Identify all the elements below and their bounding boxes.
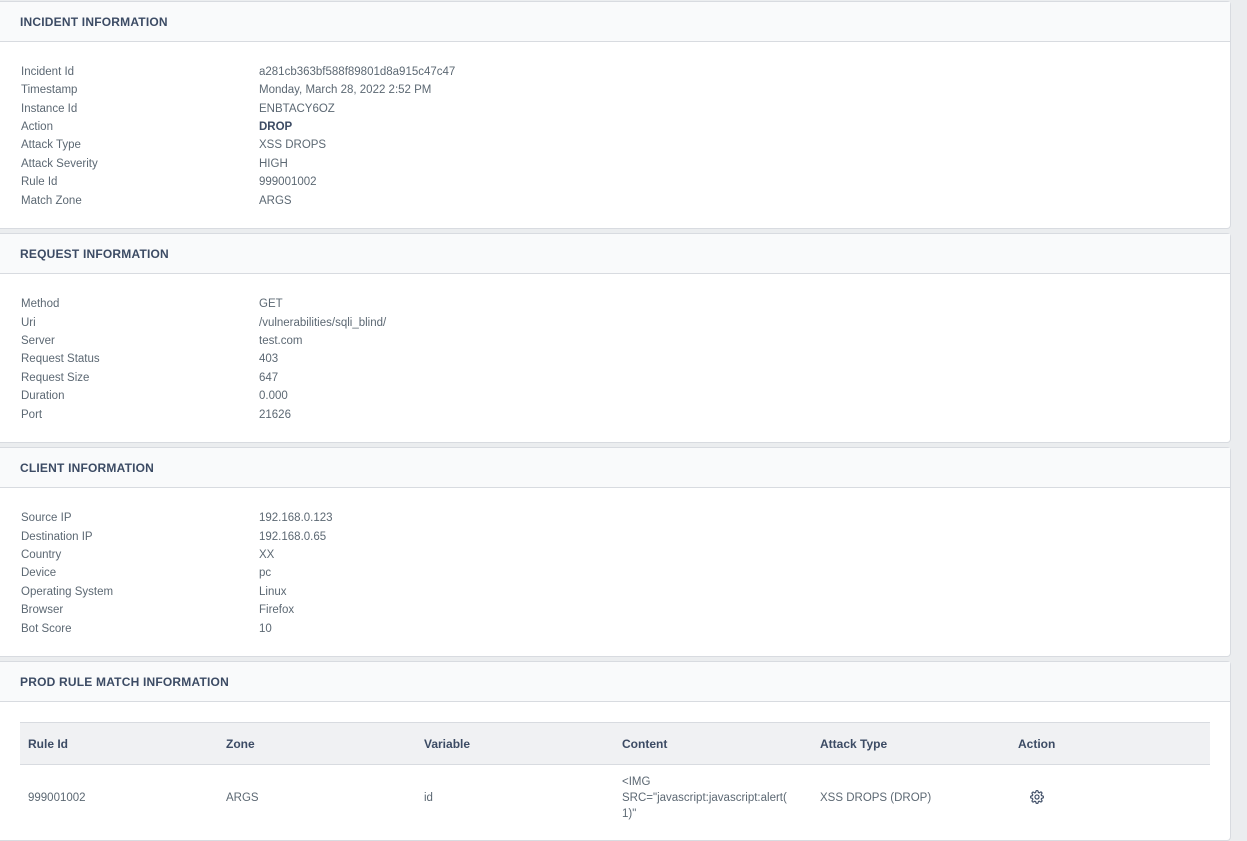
- detail-value: 10: [259, 623, 272, 635]
- detail-value: ARGS: [259, 195, 292, 207]
- detail-value: 192.168.0.65: [259, 531, 327, 543]
- cell-attack-type: XSS DROPS (DROP): [820, 792, 932, 804]
- column-header-rule-id[interactable]: Rule Id: [20, 722, 218, 765]
- detail-value: ENBTACY6OZ: [259, 103, 335, 115]
- incident-information-card: INCIDENT INFORMATION Incident Id a281cb36…: [0, 1, 1231, 229]
- detail-value: 403: [259, 353, 279, 365]
- cell-action: [1010, 765, 1210, 832]
- detail-label: Method: [21, 298, 60, 310]
- detail-value: 0.000: [259, 390, 288, 402]
- gear-icon[interactable]: [1030, 789, 1044, 804]
- detail-label: Bot Score: [21, 623, 72, 635]
- detail-value: test.com: [259, 335, 303, 347]
- detail-value: 21626: [259, 409, 291, 421]
- detail-label: Request Status: [21, 353, 100, 365]
- detail-label: Incident Id: [21, 66, 75, 78]
- detail-value: pc: [259, 567, 272, 579]
- column-header-attack-type[interactable]: Attack Type: [812, 722, 1010, 765]
- cell-zone: ARGS: [226, 792, 259, 804]
- detail-value: Linux: [259, 586, 287, 598]
- prod-rule-match-card: PROD RULE MATCH INFORMATION Rule Id Zone…: [0, 661, 1231, 841]
- content-line: SRC="javascript:javascript:alert(: [622, 792, 787, 804]
- detail-label: Browser: [21, 604, 64, 616]
- cell-rule-id: 999001002: [28, 792, 86, 804]
- detail-value: Monday, March 28, 2022 2:52 PM: [259, 84, 432, 96]
- detail-value: /vulnerabilities/sqli_blind/: [259, 317, 387, 329]
- detail-value: DROP: [259, 121, 293, 133]
- detail-value: a281cb363bf588f89801d8a915c47c47: [259, 66, 456, 78]
- detail-label: Rule Id: [21, 176, 58, 188]
- detail-value: XSS DROPS: [259, 139, 327, 151]
- column-header-zone[interactable]: Zone: [218, 722, 416, 765]
- incident-information-title: INCIDENT INFORMATION: [0, 2, 1230, 42]
- client-information-card: CLIENT INFORMATION Source IP 192.168.0.12…: [0, 447, 1231, 657]
- column-header-action[interactable]: Action: [1010, 722, 1210, 765]
- prod-rule-match-title: PROD RULE MATCH INFORMATION: [0, 662, 1230, 702]
- content-line: <IMG: [622, 776, 651, 788]
- detail-label: Duration: [21, 390, 65, 402]
- detail-label: Match Zone: [21, 195, 82, 207]
- detail-value: XX: [259, 549, 275, 561]
- detail-value: 647: [259, 372, 279, 384]
- request-information-card: REQUEST INFORMATION Method GET Uri/vulner…: [0, 233, 1231, 443]
- prod-rule-match-table: Rule Id Zone Variable Content Attack Typ…: [20, 722, 1210, 831]
- detail-value: 192.168.0.123: [259, 512, 333, 524]
- detail-label: Country: [21, 549, 62, 561]
- detail-value: HIGH: [259, 158, 288, 170]
- detail-label: Timestamp: [21, 84, 78, 96]
- detail-label: Port: [21, 409, 43, 421]
- detail-label: Request Size: [21, 372, 90, 384]
- detail-value: Firefox: [259, 604, 295, 616]
- detail-label: Source IP: [21, 512, 72, 524]
- cell-variable: id: [424, 792, 433, 804]
- detail-label: Attack Type: [21, 139, 81, 151]
- detail-label: Uri: [21, 317, 36, 329]
- detail-value: GET: [259, 298, 283, 310]
- cell-content: <IMG SRC="javascript:javascript:alert( 1…: [614, 765, 812, 832]
- detail-label: Instance Id: [21, 103, 78, 115]
- request-information-title: REQUEST INFORMATION: [0, 234, 1230, 274]
- table-header-row: Rule Id Zone Variable Content Attack Typ…: [20, 722, 1210, 765]
- column-header-content[interactable]: Content: [614, 722, 812, 765]
- detail-value: 999001002: [259, 176, 317, 188]
- detail-label: Operating System: [21, 586, 114, 598]
- detail-label: Action: [21, 121, 53, 133]
- column-header-variable[interactable]: Variable: [416, 722, 614, 765]
- content-line: 1)": [622, 808, 637, 820]
- client-information-title: CLIENT INFORMATION: [0, 448, 1230, 488]
- detail-label: Device: [21, 567, 57, 579]
- detail-label: Attack Severity: [21, 158, 98, 170]
- table-row: 999001002 ARGS id <IMG SRC="javascript:j…: [20, 765, 1210, 832]
- detail-label: Destination IP: [21, 531, 93, 543]
- detail-label: Server: [21, 335, 55, 347]
